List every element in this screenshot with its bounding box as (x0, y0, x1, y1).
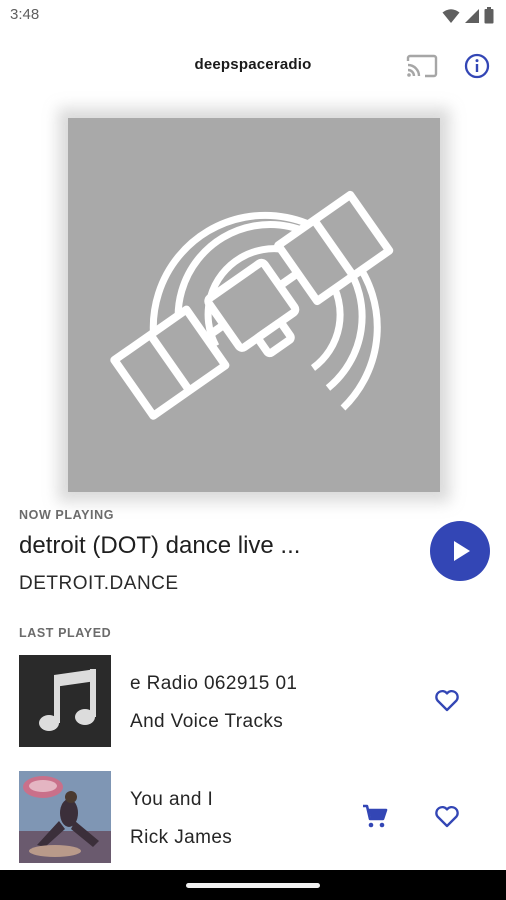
now-playing-station: DETROIT.DANCE (19, 573, 179, 594)
favorite-button[interactable] (432, 685, 462, 715)
play-icon (454, 541, 470, 561)
list-item[interactable]: You and I Rick James (0, 771, 506, 865)
wifi-icon (442, 8, 460, 23)
last-played-label: LAST PLAYED (19, 626, 112, 640)
favorite-button[interactable] (432, 801, 462, 831)
status-bar: 3:48 (0, 0, 506, 32)
track-title: e Radio 062915 01 (130, 673, 298, 694)
status-time: 3:48 (10, 6, 40, 23)
cast-icon (406, 54, 438, 78)
info-button[interactable] (462, 51, 492, 81)
heart-icon (435, 805, 459, 828)
battery-icon (484, 7, 494, 24)
home-gesture-handle[interactable] (186, 883, 320, 888)
album-art-image (19, 771, 111, 863)
play-button[interactable] (430, 521, 490, 581)
list-item[interactable]: e Radio 062915 01 And Voice Tracks (0, 655, 506, 749)
cast-button[interactable] (405, 52, 439, 80)
satellite-logo (110, 190, 394, 420)
heart-icon (435, 689, 459, 712)
track-cover (19, 655, 111, 747)
track-title: You and I (130, 789, 214, 810)
now-playing-label: NOW PLAYING (19, 508, 115, 522)
app-bar: deepspaceradio (0, 40, 506, 90)
track-artist: Rick James (130, 827, 233, 848)
shopping-cart-icon (363, 804, 388, 828)
status-icons (442, 7, 494, 24)
buy-button[interactable] (360, 801, 390, 831)
station-artwork (68, 118, 440, 492)
system-nav-bar (0, 870, 506, 900)
music-note-icon (19, 655, 111, 747)
now-playing-title: detroit (DOT) dance live ... (19, 532, 301, 559)
signal-icon (465, 8, 479, 23)
track-artist: And Voice Tracks (130, 711, 284, 732)
info-icon (464, 53, 490, 79)
track-cover (19, 771, 111, 863)
